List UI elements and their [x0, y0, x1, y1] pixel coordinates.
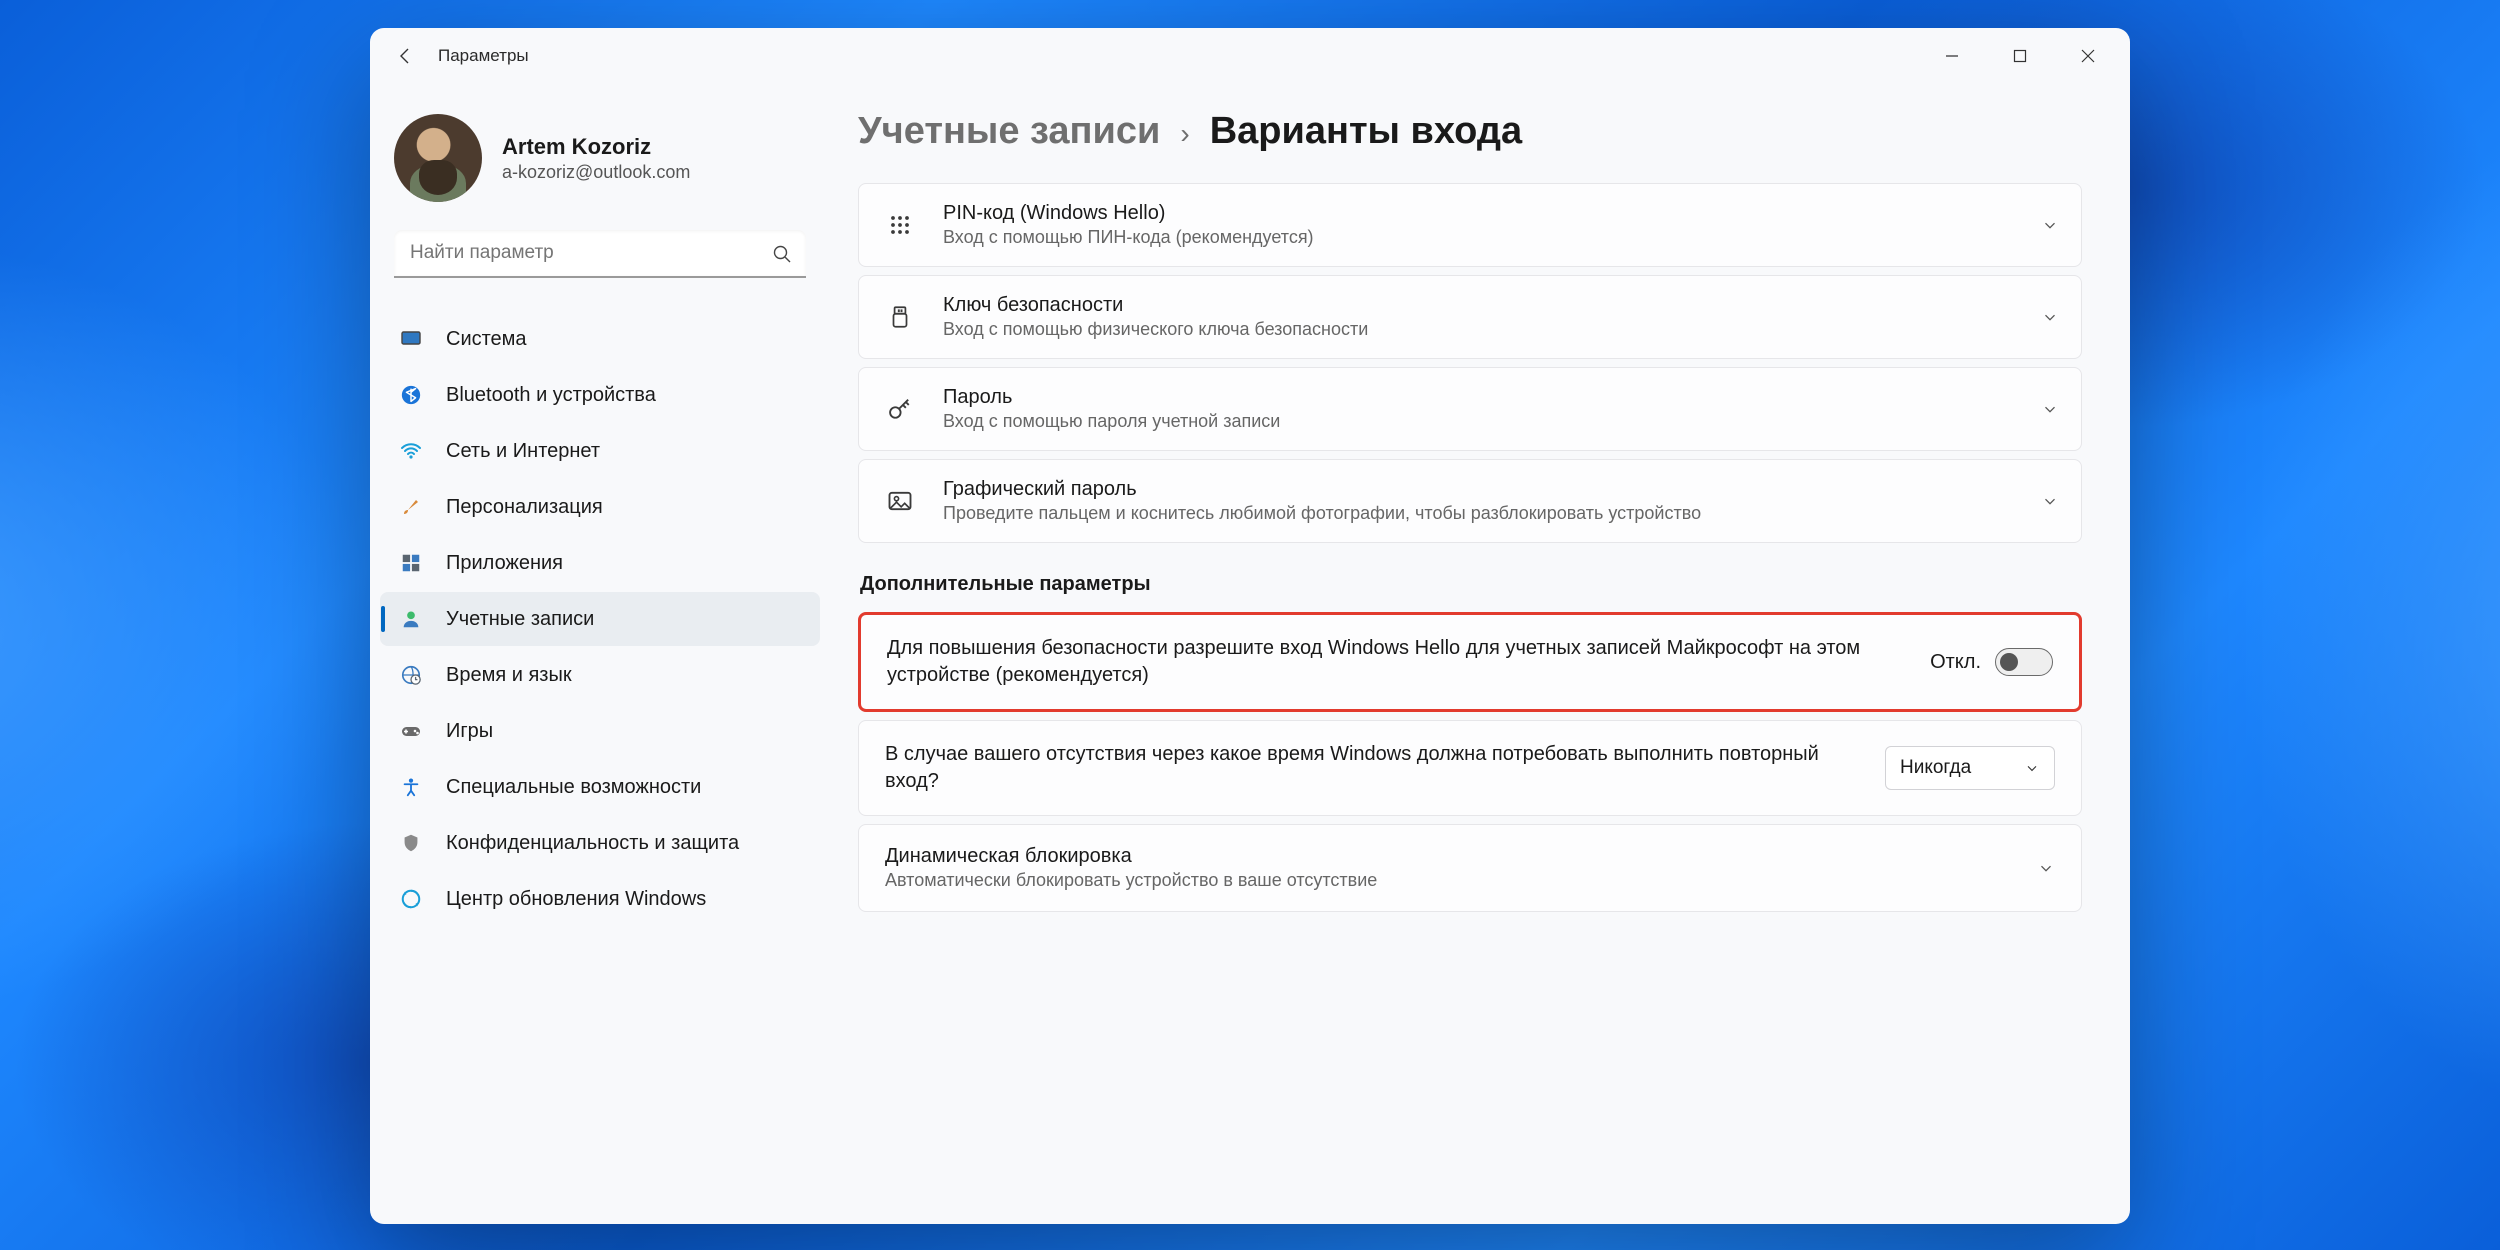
gamepad-icon — [398, 718, 424, 744]
setting-hello-only: Для повышения безопасности разрешите вхо… — [858, 612, 2082, 712]
signin-option-pin[interactable]: PIN-код (Windows Hello) Вход с помощью П… — [858, 183, 2082, 267]
require-signin-select[interactable]: Никогда — [1885, 746, 2055, 790]
sidebar-item-label: Время и язык — [446, 664, 572, 687]
window-controls — [1918, 32, 2122, 80]
sidebar-item-network[interactable]: Сеть и Интернет — [380, 424, 820, 478]
close-button[interactable] — [2054, 32, 2122, 80]
chevron-down-icon — [2024, 760, 2040, 776]
sidebar: Artem Kozoriz a-kozoriz@outlook.com Сист… — [370, 84, 830, 1224]
minimize-button[interactable] — [1918, 32, 1986, 80]
usb-key-icon — [881, 298, 919, 336]
breadcrumb: Учетные записи › Варианты входа — [858, 110, 2082, 153]
breadcrumb-parent[interactable]: Учетные записи — [858, 110, 1160, 153]
setting-text: Для повышения безопасности разрешите вхо… — [887, 635, 1906, 689]
titlebar: Параметры — [370, 28, 2130, 84]
minimize-icon — [1945, 49, 1959, 63]
person-icon — [398, 606, 424, 632]
back-button[interactable] — [388, 38, 424, 74]
card-title: PIN-код (Windows Hello) — [943, 202, 2017, 225]
brush-icon — [398, 494, 424, 520]
arrow-left-icon — [396, 46, 416, 66]
keypad-icon — [881, 206, 919, 244]
key-icon — [881, 390, 919, 428]
sidebar-item-label: Учетные записи — [446, 608, 594, 631]
settings-window: Параметры Artem Kozoriz a-kozoriz@outloo… — [370, 28, 2130, 1224]
signin-option-picture-password[interactable]: Графический пароль Проведите пальцем и к… — [858, 459, 2082, 543]
sidebar-item-label: Приложения — [446, 552, 563, 575]
sidebar-item-label: Персонализация — [446, 496, 603, 519]
sidebar-item-label: Игры — [446, 720, 493, 743]
update-icon — [398, 886, 424, 912]
card-subtitle: Вход с помощью ПИН-кода (рекомендуется) — [943, 227, 2017, 248]
sidebar-item-privacy[interactable]: Конфиденциальность и защита — [380, 816, 820, 870]
sidebar-item-label: Сеть и Интернет — [446, 440, 600, 463]
globe-clock-icon — [398, 662, 424, 688]
avatar — [394, 114, 482, 202]
select-value: Никогда — [1900, 757, 1971, 779]
shield-icon — [398, 830, 424, 856]
sidebar-item-apps[interactable]: Приложения — [380, 536, 820, 590]
main-content: Учетные записи › Варианты входа PIN-код … — [830, 84, 2130, 1224]
card-title: Пароль — [943, 386, 2017, 409]
card-subtitle: Автоматически блокировать устройство в в… — [885, 870, 2013, 891]
signin-option-password[interactable]: Пароль Вход с помощью пароля учетной зап… — [858, 367, 2082, 451]
apps-icon — [398, 550, 424, 576]
card-title: Динамическая блокировка — [885, 845, 2013, 868]
sidebar-item-label: Конфиденциальность и защита — [446, 832, 739, 855]
display-icon — [398, 326, 424, 352]
sidebar-item-label: Центр обновления Windows — [446, 888, 706, 911]
setting-dynamic-lock[interactable]: Динамическая блокировка Автоматически бл… — [858, 824, 2082, 912]
sidebar-item-system[interactable]: Система — [380, 312, 820, 366]
section-heading: Дополнительные параметры — [860, 573, 2082, 596]
card-subtitle: Вход с помощью физического ключа безопас… — [943, 319, 2017, 340]
maximize-button[interactable] — [1986, 32, 2054, 80]
chevron-down-icon — [2041, 216, 2059, 234]
sidebar-item-accounts[interactable]: Учетные записи — [380, 592, 820, 646]
user-block[interactable]: Artem Kozoriz a-kozoriz@outlook.com — [380, 96, 820, 230]
user-email: a-kozoriz@outlook.com — [502, 162, 690, 183]
sidebar-item-label: Система — [446, 328, 527, 351]
sidebar-item-label: Специальные возможности — [446, 776, 701, 799]
card-title: Ключ безопасности — [943, 294, 2017, 317]
card-title: Графический пароль — [943, 478, 2017, 501]
app-title: Параметры — [438, 46, 529, 66]
chevron-right-icon: › — [1180, 118, 1189, 150]
bluetooth-icon — [398, 382, 424, 408]
nav-list: Система Bluetooth и устройства Сеть и Ин… — [380, 312, 820, 926]
signin-option-security-key[interactable]: Ключ безопасности Вход с помощью физичес… — [858, 275, 2082, 359]
close-icon — [2081, 49, 2095, 63]
setting-text: В случае вашего отсутствия через какое в… — [885, 741, 1861, 795]
sidebar-item-bluetooth[interactable]: Bluetooth и устройства — [380, 368, 820, 422]
sidebar-item-gaming[interactable]: Игры — [380, 704, 820, 758]
breadcrumb-current: Варианты входа — [1210, 110, 1522, 153]
card-subtitle: Вход с помощью пароля учетной записи — [943, 411, 2017, 432]
toggle-state-label: Откл. — [1930, 651, 1981, 674]
chevron-down-icon — [2037, 859, 2055, 877]
sidebar-item-personalization[interactable]: Персонализация — [380, 480, 820, 534]
card-subtitle: Проведите пальцем и коснитесь любимой фо… — [943, 503, 2017, 524]
accessibility-icon — [398, 774, 424, 800]
chevron-down-icon — [2041, 308, 2059, 326]
sidebar-item-accessibility[interactable]: Специальные возможности — [380, 760, 820, 814]
search-input[interactable] — [394, 230, 806, 278]
chevron-down-icon — [2041, 492, 2059, 510]
picture-icon — [881, 482, 919, 520]
maximize-icon — [2013, 49, 2027, 63]
toggle-switch[interactable] — [1995, 648, 2053, 676]
sidebar-item-time-language[interactable]: Время и язык — [380, 648, 820, 702]
search-container — [394, 230, 806, 278]
sidebar-item-label: Bluetooth и устройства — [446, 384, 656, 407]
setting-require-signin: В случае вашего отсутствия через какое в… — [858, 720, 2082, 816]
chevron-down-icon — [2041, 400, 2059, 418]
user-name: Artem Kozoriz — [502, 134, 690, 160]
wifi-icon — [398, 438, 424, 464]
sidebar-item-windows-update[interactable]: Центр обновления Windows — [380, 872, 820, 926]
search-icon[interactable] — [772, 244, 792, 264]
